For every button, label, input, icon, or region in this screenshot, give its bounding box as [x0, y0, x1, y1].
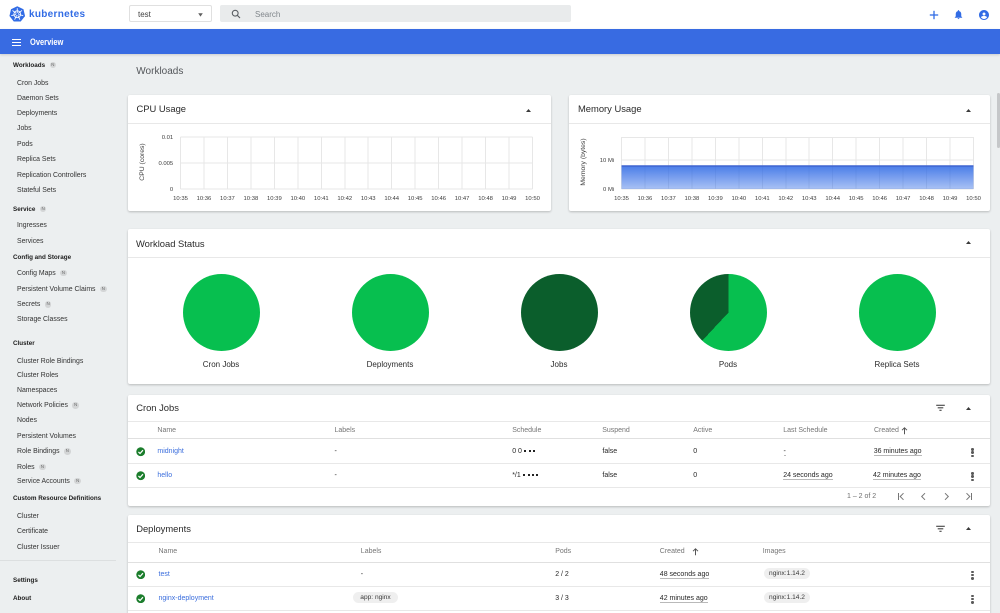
- svg-text:10:48: 10:48: [478, 196, 493, 202]
- svg-text:0.005: 0.005: [158, 161, 173, 167]
- svg-text:10:44: 10:44: [825, 196, 840, 202]
- svg-text:10:41: 10:41: [314, 196, 329, 202]
- svg-text:10 Mi: 10 Mi: [600, 158, 614, 164]
- svg-text:10:40: 10:40: [731, 196, 746, 202]
- svg-text:10:47: 10:47: [896, 196, 911, 202]
- svg-text:10:42: 10:42: [337, 196, 352, 202]
- svg-text:10:50: 10:50: [525, 196, 540, 202]
- svg-text:10:42: 10:42: [778, 196, 793, 202]
- svg-text:10:37: 10:37: [661, 196, 676, 202]
- svg-text:10:43: 10:43: [361, 196, 376, 202]
- svg-text:Memory (bytes): Memory (bytes): [580, 138, 587, 185]
- svg-text:0: 0: [170, 187, 174, 193]
- svg-text:10:47: 10:47: [455, 196, 470, 202]
- svg-text:10:38: 10:38: [244, 196, 259, 202]
- svg-text:10:44: 10:44: [384, 196, 399, 202]
- svg-text:10:40: 10:40: [290, 196, 305, 202]
- svg-text:10:43: 10:43: [802, 196, 817, 202]
- svg-text:10:35: 10:35: [173, 196, 188, 202]
- svg-text:10:46: 10:46: [872, 196, 887, 202]
- svg-text:10:46: 10:46: [431, 196, 446, 202]
- svg-text:10:37: 10:37: [220, 196, 235, 202]
- svg-text:10:39: 10:39: [267, 196, 282, 202]
- svg-text:0.01: 0.01: [162, 135, 173, 141]
- svg-text:10:35: 10:35: [614, 196, 629, 202]
- svg-text:10:41: 10:41: [755, 196, 770, 202]
- svg-text:10:36: 10:36: [638, 196, 653, 202]
- svg-text:10:45: 10:45: [849, 196, 864, 202]
- svg-text:10:48: 10:48: [919, 196, 934, 202]
- svg-text:10:49: 10:49: [943, 196, 958, 202]
- svg-text:10:38: 10:38: [685, 196, 700, 202]
- svg-text:10:39: 10:39: [708, 196, 723, 202]
- svg-text:0 Mi: 0 Mi: [603, 187, 614, 193]
- svg-text:10:49: 10:49: [502, 196, 517, 202]
- svg-text:CPU (cores): CPU (cores): [139, 143, 146, 180]
- svg-text:10:45: 10:45: [408, 196, 423, 202]
- svg-text:10:36: 10:36: [197, 196, 212, 202]
- svg-text:10:50: 10:50: [966, 196, 981, 202]
